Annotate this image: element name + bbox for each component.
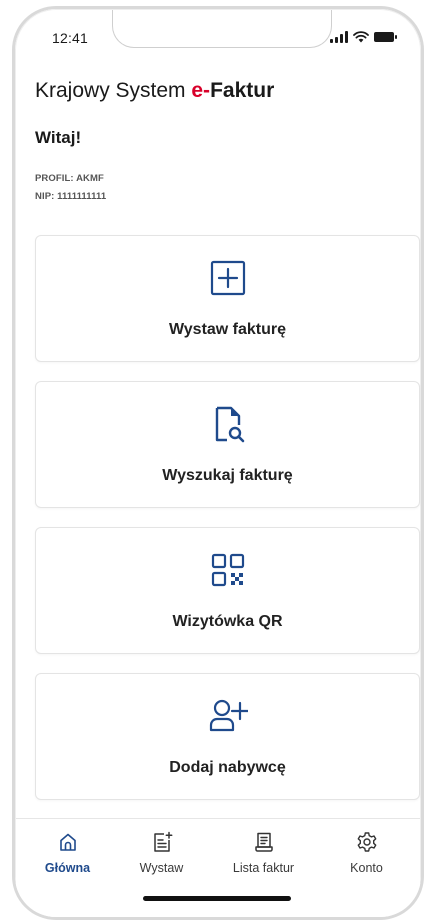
greeting: Witaj! — [35, 128, 82, 147]
add-buyer-label: Dodaj nabywcę — [169, 759, 286, 776]
status-icons — [330, 31, 397, 43]
app-title: Krajowy System e-Faktur — [35, 79, 274, 103]
qr-card-label: Wizytówka QR — [172, 613, 283, 630]
issue-invoice-card[interactable]: Wystaw fakturę — [35, 235, 420, 362]
status-bar: 12:41 — [16, 10, 420, 60]
battery-icon — [374, 32, 397, 42]
nav-issue[interactable]: Wystaw — [114, 819, 209, 883]
app-title-accent: e- — [191, 79, 211, 102]
wifi-icon — [353, 31, 369, 43]
phone-frame: 12:41 Krajowy System e-Faktur Witaj! PRO… — [12, 6, 424, 920]
qr-card[interactable]: Wizytówka QR — [35, 527, 420, 654]
nav-invoice-list[interactable]: Lista faktur — [216, 819, 311, 883]
new-document-icon — [153, 831, 172, 852]
nav-invoice-list-label: Lista faktur — [232, 861, 295, 875]
home-indicator — [142, 896, 291, 901]
home-icon — [59, 833, 76, 851]
invoice-list-icon — [254, 832, 273, 852]
qr-code-icon — [208, 550, 248, 590]
profile-label: PROFIL: AKMF — [35, 173, 104, 184]
issue-invoice-label: Wystaw fakturę — [168, 321, 287, 338]
app-title-prefix: Krajowy System — [35, 79, 192, 102]
plus-square-icon — [208, 258, 248, 298]
notch — [112, 10, 332, 48]
screen: 12:41 Krajowy System e-Faktur Witaj! PRO… — [15, 9, 421, 917]
bottom-nav: Główna Wystaw Lista faktur Konto — [16, 818, 420, 917]
search-invoice-label: Wyszukaj fakturę — [162, 467, 293, 484]
nav-account[interactable]: Konto — [319, 819, 414, 883]
nav-issue-label: Wystaw — [139, 861, 184, 875]
nav-account-label: Konto — [350, 861, 383, 875]
signal-icon — [330, 31, 348, 43]
search-document-icon — [208, 404, 248, 444]
add-user-icon — [208, 696, 248, 736]
nav-home-label: Główna — [44, 861, 91, 875]
status-time: 12:41 — [52, 30, 89, 46]
gear-icon — [357, 832, 376, 852]
app-title-bold: Faktur — [210, 79, 275, 102]
search-invoice-card[interactable]: Wyszukaj fakturę — [35, 381, 420, 508]
add-buyer-card[interactable]: Dodaj nabywcę — [35, 673, 420, 800]
nip-label: NIP: 1111111111 — [35, 191, 107, 202]
nav-home[interactable]: Główna — [20, 819, 115, 883]
